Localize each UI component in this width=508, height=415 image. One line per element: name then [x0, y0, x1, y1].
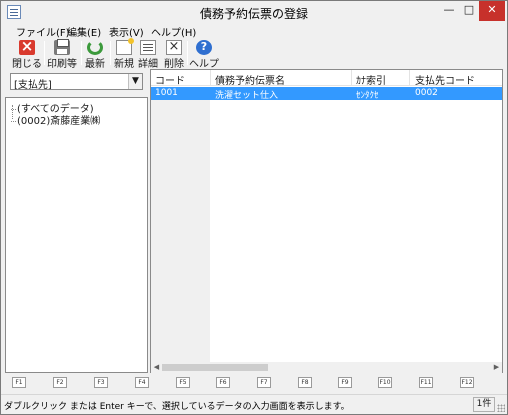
window-title: 債務予約伝票の登録	[199, 7, 308, 21]
record-count: 1件	[473, 397, 495, 412]
minimize-button[interactable]: —	[439, 1, 459, 21]
fkey-f7[interactable]: F7	[257, 377, 271, 388]
cell-kana: ｾﾝﾀｸｾ	[356, 91, 379, 101]
filter-select[interactable]: [支払先] ▼	[10, 73, 143, 91]
list-header: コード 債務予約伝票名 ｶﾅ索引 支払先コード	[151, 70, 502, 87]
column-divider[interactable]	[351, 70, 352, 86]
column-header-name[interactable]: 債務予約伝票名	[215, 72, 285, 87]
fkey-f8[interactable]: F8	[298, 377, 312, 388]
scroll-right-icon[interactable]: ▶	[491, 362, 502, 373]
title-bar: 債務予約伝票の登録 — □ ✕	[1, 1, 507, 23]
fkey-f6[interactable]: F6	[216, 377, 230, 388]
menu-bar: ファイル(F) 編集(E) 表示(V) ヘルプ(H)	[1, 23, 507, 39]
tree-view: (すべてのデータ) (0002)斎藤産業㈱	[5, 97, 148, 373]
refresh-icon	[87, 40, 103, 55]
cell-payee: 0002	[415, 88, 438, 98]
column-divider[interactable]	[409, 70, 410, 86]
status-message: ダブルクリック または Enter キーで、選択しているデータの入力画面を表示し…	[4, 402, 350, 412]
fkey-f2[interactable]: F2	[53, 377, 67, 388]
toolbar: 閉じる 印刷等 最新 新規 詳細 削除 ヘルプ	[1, 37, 507, 70]
column-divider[interactable]	[210, 70, 211, 86]
cell-name: 洗濯セット仕入	[215, 91, 279, 101]
delete-icon	[166, 39, 182, 55]
fkey-f5[interactable]: F5	[176, 377, 190, 388]
resize-grip-icon[interactable]	[497, 404, 505, 412]
print-label: 印刷等	[47, 59, 77, 70]
fkey-f10[interactable]: F10	[378, 377, 392, 388]
print-button[interactable]: 印刷等	[47, 38, 77, 70]
maximize-button[interactable]: □	[459, 1, 479, 21]
help-button[interactable]: ヘルプ	[189, 38, 219, 70]
cell-code: 1001	[155, 88, 178, 98]
scrollbar-thumb[interactable]	[162, 364, 268, 371]
column-header-payee[interactable]: 支払先コード	[415, 72, 475, 87]
menu-help[interactable]: ヘルプ(H)	[151, 24, 196, 39]
close-window-button[interactable]: ✕	[479, 1, 505, 21]
close-doc-icon	[19, 37, 35, 55]
data-list: コード 債務予約伝票名 ｶﾅ索引 支払先コード 1001 洗濯セット仕入 ｾﾝﾀ…	[150, 69, 503, 373]
delete-button[interactable]: 削除	[160, 38, 188, 70]
fkey-f11[interactable]: F11	[419, 377, 433, 388]
close-button[interactable]: 閉じる	[12, 37, 42, 70]
fkey-f3[interactable]: F3	[94, 377, 108, 388]
column-header-kana[interactable]: ｶﾅ索引	[356, 72, 386, 87]
scroll-left-icon[interactable]: ◀	[151, 362, 162, 373]
status-bar: ダブルクリック または Enter キーで、選択しているデータの入力画面を表示し…	[1, 394, 507, 414]
horizontal-scrollbar[interactable]: ◀ ▶	[151, 362, 502, 373]
new-doc-icon	[116, 38, 134, 55]
refresh-button[interactable]: 最新	[81, 38, 109, 70]
filter-selected-value: [支払先]	[14, 80, 52, 91]
chevron-down-icon[interactable]: ▼	[128, 74, 142, 89]
tree-item-0002[interactable]: (0002)斎藤産業㈱	[11, 112, 100, 127]
detail-icon	[140, 40, 156, 55]
main-window: 債務予約伝票の登録 — □ ✕ ファイル(F) 編集(E) 表示(V) ヘルプ(…	[0, 0, 508, 415]
help-icon	[196, 40, 212, 55]
fkey-f9[interactable]: F9	[338, 377, 352, 388]
close-label: 閉じる	[12, 59, 42, 70]
code-column-background	[151, 100, 210, 362]
menu-edit[interactable]: 編集(E)	[67, 24, 101, 39]
fkey-f4[interactable]: F4	[135, 377, 149, 388]
column-header-code[interactable]: コード	[155, 72, 185, 87]
filter-pane: [支払先] ▼ (すべてのデータ) (0002)斎藤産業㈱	[5, 69, 148, 373]
fkey-f12[interactable]: F12	[460, 377, 474, 388]
function-key-bar: F1 F2 F3 F4 F5 F6 F7 F8 F9 F10 F11 F12	[1, 374, 507, 392]
menu-view[interactable]: 表示(V)	[109, 24, 144, 39]
printer-icon	[54, 39, 70, 55]
table-row[interactable]: 1001 洗濯セット仕入 ｾﾝﾀｸｾ 0002	[151, 87, 502, 101]
help-label: ヘルプ	[189, 59, 219, 70]
fkey-f1[interactable]: F1	[12, 377, 26, 388]
